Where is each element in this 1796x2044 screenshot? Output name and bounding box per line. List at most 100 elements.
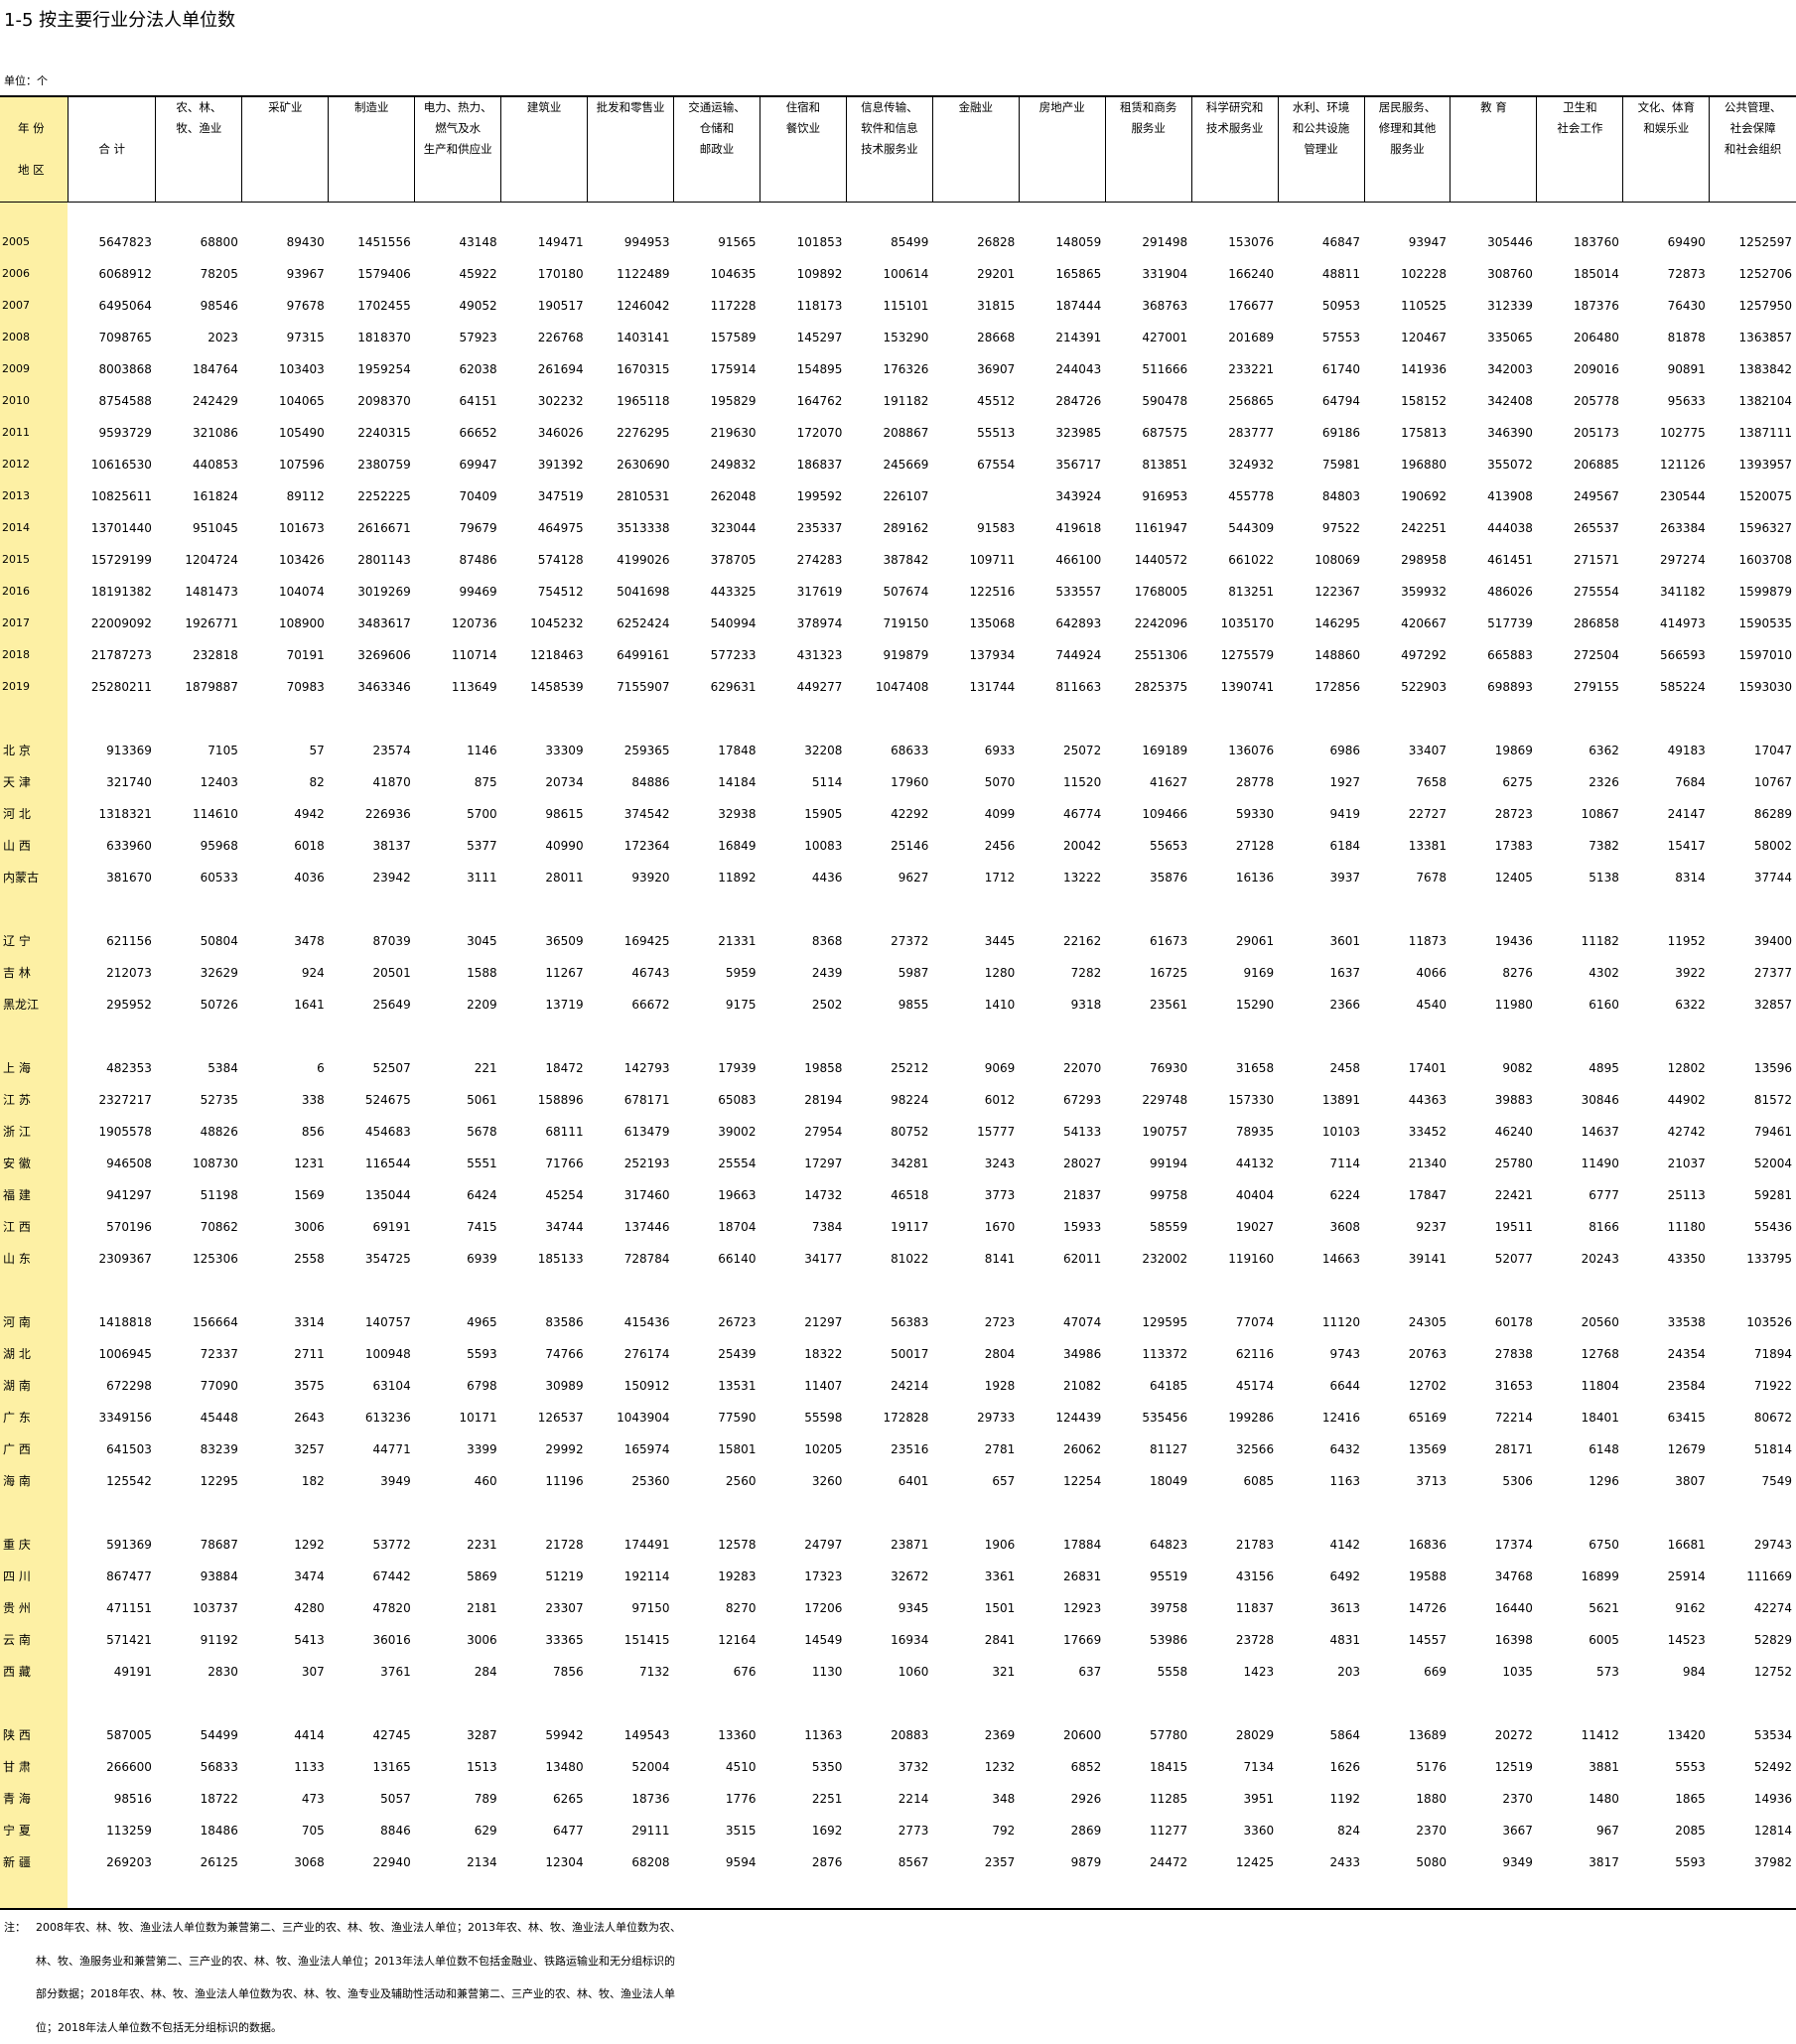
table-cell: 356717 [1019, 449, 1105, 480]
column-header: 房地产业 [1019, 96, 1105, 203]
table-cell: 161824 [156, 480, 242, 512]
table-cell: 3949 [329, 1465, 415, 1497]
region-label: 辽 宁 [0, 925, 68, 957]
table-cell: 4965 [415, 1306, 501, 1338]
table-cell: 28011 [501, 862, 588, 893]
table-cell: 2801143 [329, 544, 415, 576]
table-cell: 57780 [1105, 1719, 1191, 1751]
table-cell: 286858 [1537, 608, 1623, 639]
table-cell: 93884 [156, 1561, 242, 1592]
table-cell: 80752 [846, 1116, 932, 1148]
table-cell: 65169 [1364, 1402, 1451, 1433]
year-row: 2010875458824242910406520983706415130223… [0, 385, 1796, 417]
table-cell: 166240 [1191, 258, 1278, 290]
note-line: 部分数据；2018年农、林、牧、渔业法人单位数为农、林、牧、渔专业及辅助性活动和… [4, 1977, 997, 2011]
table-cell: 156664 [156, 1306, 242, 1338]
table-cell: 5061 [415, 1084, 501, 1116]
table-cell: 93967 [242, 258, 329, 290]
table-cell: 1927 [1278, 766, 1364, 798]
page-title: 1-5 按主要行业分法人单位数 [4, 6, 235, 32]
table-cell: 45922 [415, 258, 501, 290]
table-cell: 1599879 [1710, 576, 1796, 608]
table-cell: 56383 [846, 1306, 932, 1338]
region-label: 宁 夏 [0, 1815, 68, 1846]
table-cell: 324932 [1191, 449, 1278, 480]
table-cell: 4831 [1278, 1624, 1364, 1656]
table-cell: 37982 [1710, 1846, 1796, 1878]
table-cell: 157330 [1191, 1084, 1278, 1116]
table-cell: 35876 [1105, 862, 1191, 893]
table-cell: 29061 [1191, 925, 1278, 957]
table-cell: 21783 [1191, 1529, 1278, 1561]
table-cell: 18191382 [68, 576, 156, 608]
table-cell: 17323 [760, 1561, 846, 1592]
table-cell: 78205 [156, 258, 242, 290]
table-cell: 206480 [1537, 322, 1623, 353]
table-cell: 3713 [1364, 1465, 1451, 1497]
table-cell: 24354 [1623, 1338, 1710, 1370]
table-cell: 81022 [846, 1243, 932, 1275]
table-cell: 25914 [1623, 1561, 1710, 1592]
table-cell: 120467 [1364, 322, 1451, 353]
table-cell: 71766 [501, 1148, 588, 1179]
region-row: 新 疆2692032612530682294021341230468208959… [0, 1846, 1796, 1878]
table-cell: 13531 [674, 1370, 760, 1402]
table-cell: 544309 [1191, 512, 1278, 544]
table-cell: 574128 [501, 544, 588, 576]
table-cell: 1440572 [1105, 544, 1191, 576]
table-cell: 49052 [415, 290, 501, 322]
table-cell: 4099 [932, 798, 1019, 830]
table-cell: 174491 [588, 1529, 674, 1561]
table-cell: 172070 [760, 417, 846, 449]
table-cell: 16136 [1191, 862, 1278, 893]
table-cell: 266600 [68, 1751, 156, 1783]
table-cell: 265537 [1537, 512, 1623, 544]
table-cell: 99469 [415, 576, 501, 608]
table-cell: 4199026 [588, 544, 674, 576]
table-cell: 271571 [1537, 544, 1623, 576]
table-cell: 176677 [1191, 290, 1278, 322]
table-cell: 29201 [932, 258, 1019, 290]
table-cell: 52004 [588, 1751, 674, 1783]
table-cell: 2711 [242, 1338, 329, 1370]
table-cell: 7132 [588, 1656, 674, 1688]
table-cell: 190757 [1105, 1116, 1191, 1148]
column-header: 合 计 [68, 96, 156, 203]
table-cell: 5551 [415, 1148, 501, 1179]
region-label: 青 海 [0, 1783, 68, 1815]
table-cell: 2134 [415, 1846, 501, 1878]
region-label: 山 东 [0, 1243, 68, 1275]
table-cell: 50953 [1278, 290, 1364, 322]
region-row: 内蒙古3816706053340362394231112801193920118… [0, 862, 1796, 893]
table-cell: 338 [242, 1084, 329, 1116]
table-cell: 566593 [1623, 639, 1710, 671]
table-cell: 28723 [1451, 798, 1537, 830]
region-label: 山 西 [0, 830, 68, 862]
column-header: 教 育 [1451, 96, 1537, 203]
table-cell: 5593 [415, 1338, 501, 1370]
column-header: 采矿业 [242, 96, 329, 203]
table-cell: 12164 [674, 1624, 760, 1656]
table-cell: 50017 [846, 1338, 932, 1370]
table-cell: 1458539 [501, 671, 588, 703]
table-cell: 2926 [1019, 1783, 1105, 1815]
table-cell: 42745 [329, 1719, 415, 1751]
table-cell: 346026 [501, 417, 588, 449]
table-cell: 3361 [932, 1561, 1019, 1592]
table-cell: 26062 [1019, 1433, 1105, 1465]
table-cell: 40404 [1191, 1179, 1278, 1211]
table-cell: 20763 [1364, 1338, 1451, 1370]
table-cell: 142793 [588, 1052, 674, 1084]
table-cell: 473 [242, 1783, 329, 1815]
table-cell: 25554 [674, 1148, 760, 1179]
table-cell: 19663 [674, 1179, 760, 1211]
table-cell: 2458 [1278, 1052, 1364, 1084]
table-cell: 6322 [1623, 989, 1710, 1021]
table-cell: 3111 [415, 862, 501, 893]
table-cell: 2869 [1019, 1815, 1105, 1846]
year-label: 2017 [0, 608, 68, 639]
table-cell: 44132 [1191, 1148, 1278, 1179]
table-cell: 3773 [932, 1179, 1019, 1211]
table-cell: 2630690 [588, 449, 674, 480]
table-cell: 183760 [1537, 226, 1623, 258]
